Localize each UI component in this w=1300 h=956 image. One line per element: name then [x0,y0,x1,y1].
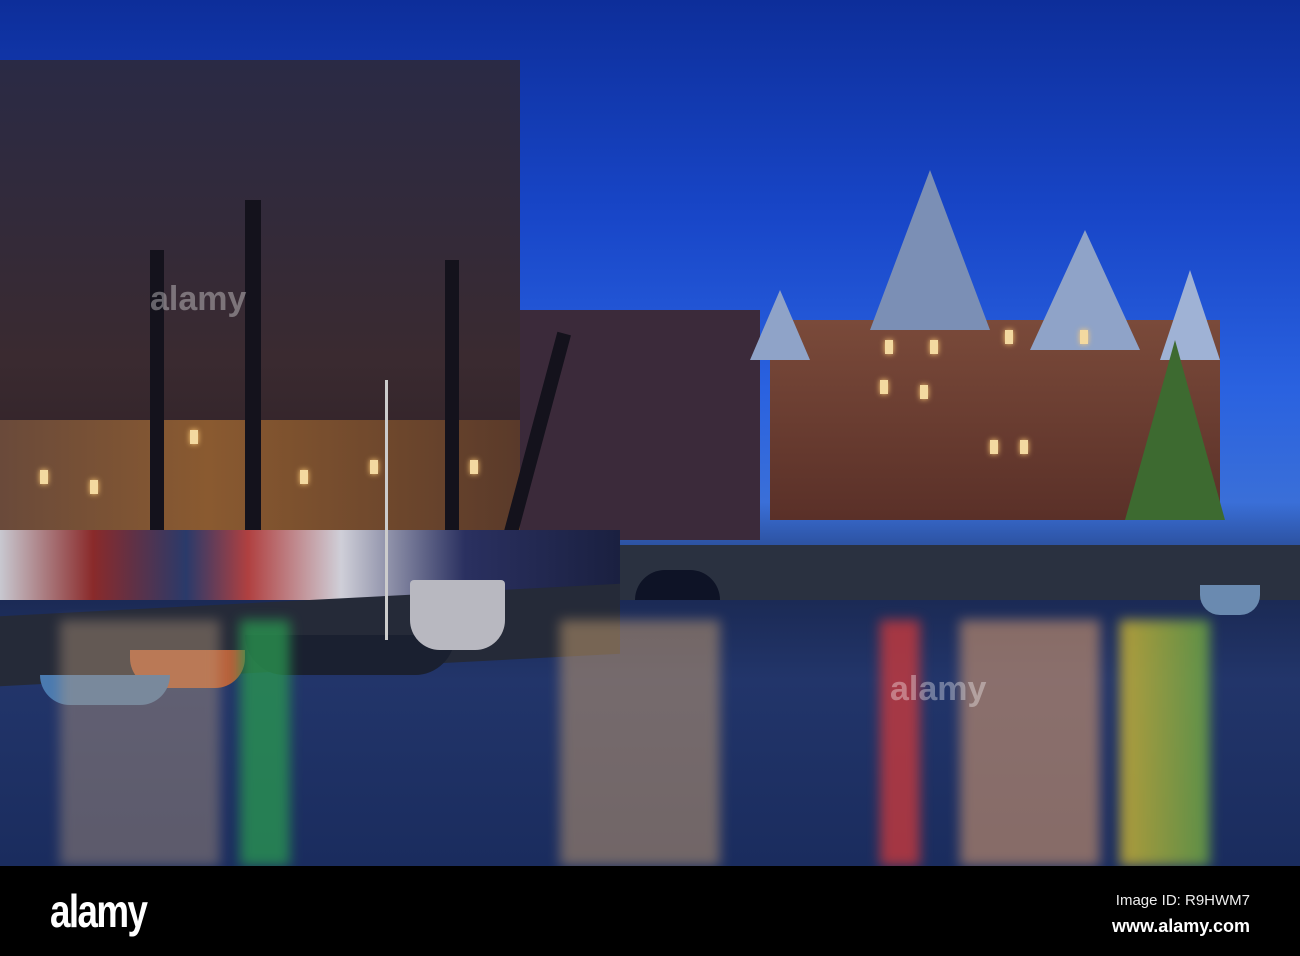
boat [1200,585,1260,615]
watermark-logo: alamy [150,280,247,318]
bridge-arch [635,570,720,600]
christmas-tree [1125,340,1225,520]
site-url: www.alamy.com [1111,916,1250,936]
reflection-lights [1120,620,1210,866]
reflection-lights [960,620,1100,866]
reflection-lights [880,620,920,866]
reflection-lights [60,620,220,866]
watermark-footer: alamy Image ID: R9HWM7 www.alamy.com [0,866,1300,956]
alamy-logo: alamy [50,885,148,937]
reflection-lights [560,620,720,866]
photo-canal-scene: alamy alamy [0,0,1300,866]
bridge [620,545,1300,600]
watermark-logo: alamy [890,670,987,708]
tree-trunk [445,260,459,540]
tree-trunk [245,200,261,540]
boat [410,580,505,650]
image-id: Image ID: R9HWM7 [1115,892,1250,909]
waag-tower-roof [750,290,810,360]
mast [385,380,388,640]
waag-tower-roof [870,170,990,330]
reflection-lights [240,620,290,866]
